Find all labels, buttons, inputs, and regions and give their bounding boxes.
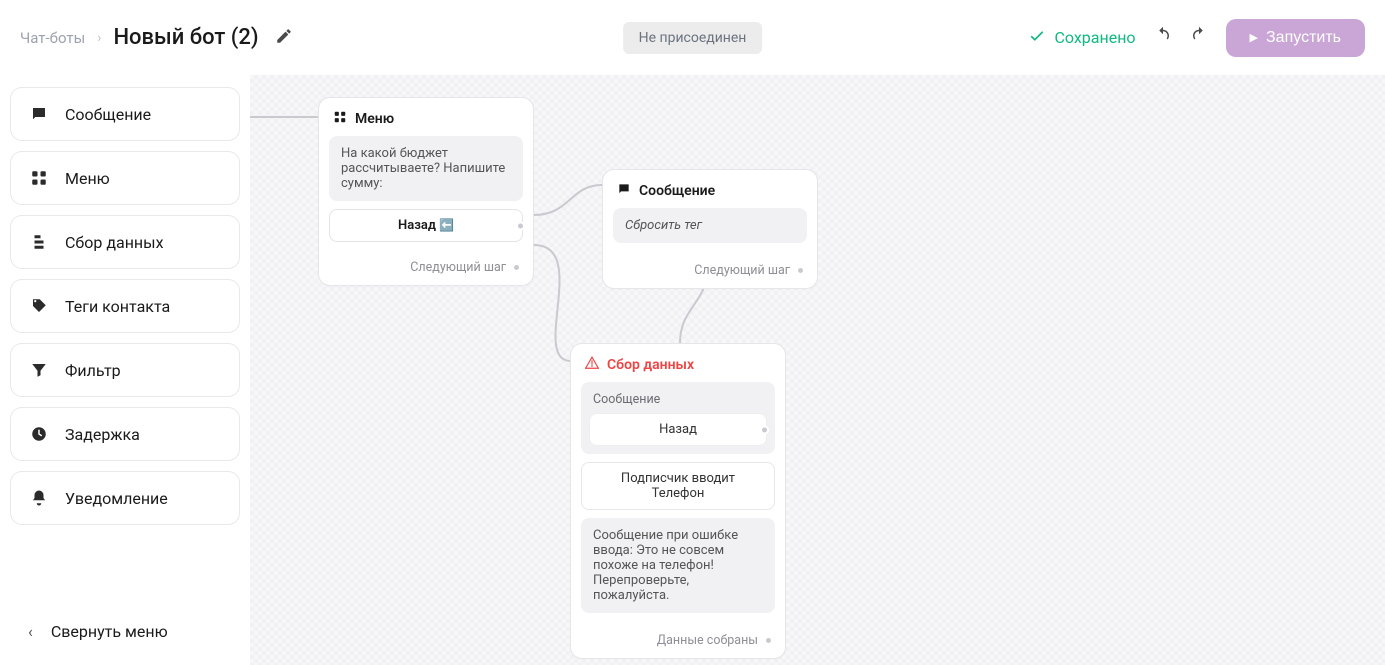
saved-label: Сохранено [1054,28,1135,47]
node-message-text: Сбросить тег [613,208,807,243]
next-step-label: Следующий шаг [410,260,506,275]
collapse-menu-label: Свернуть меню [51,622,168,641]
bell-icon [29,488,49,508]
edit-icon[interactable] [275,27,293,49]
sidebar-item-collect-data[interactable]: Сбор данных [10,215,240,269]
node-header: Сбор данных [571,344,785,382]
sidebar: Сообщение Меню Сбор данных Теги контакта… [0,75,250,665]
chevron-left-icon: ‹ [28,622,33,641]
chevron-right-icon: › [97,30,101,46]
sidebar-item-label: Теги контакта [65,297,170,316]
output-port[interactable] [764,636,773,645]
node-message-section: Сообщение Назад [581,382,775,454]
sidebar-item-label: Задержка [65,425,140,444]
collapse-menu-button[interactable]: ‹ Свернуть меню [10,608,240,655]
flow-node-message[interactable]: Сообщение Сбросить тег Следующий шаг [602,169,818,289]
page-title: Новый бот (2) [113,25,258,50]
node-title: Меню [355,111,394,127]
output-port[interactable] [760,425,769,434]
undo-button[interactable] [1154,26,1172,49]
output-port[interactable] [512,263,521,272]
node-message-text: На какой бюджет рассчитываете? Напишите … [329,136,523,201]
breadcrumb: Чат-боты › Новый бот (2) [20,25,259,50]
data-collected-label: Данные собраны [657,633,758,648]
sidebar-item-label: Сообщение [65,105,151,124]
sidebar-item-filter[interactable]: Фильтр [10,343,240,397]
node-footer: Следующий шаг [319,256,533,285]
connection-status-badge: Не присоединен [623,22,763,54]
error-message-text: Сообщение при ошибке ввода: Это не совсе… [581,518,775,613]
node-header: Меню [319,98,533,136]
sidebar-item-label: Уведомление [65,489,168,508]
play-icon: ▶ [1250,31,1258,44]
filter-icon [29,360,49,380]
run-label: Запустить [1266,29,1341,47]
message-icon [29,104,49,124]
sidebar-item-message[interactable]: Сообщение [10,87,240,141]
redo-button[interactable] [1190,26,1208,49]
check-icon [1028,27,1046,49]
menu-grid-icon [333,110,347,128]
breadcrumb-root-link[interactable]: Чат-боты [20,29,85,47]
section-label: Сообщение [589,390,767,413]
node-back-button[interactable]: Назад ⬅️ [329,209,523,242]
flow-canvas[interactable]: Меню На какой бюджет рассчитываете? Напи… [250,75,1385,665]
node-footer: Данные собраны [571,629,785,658]
next-step-label: Следующий шаг [694,263,790,278]
clock-icon [29,424,49,444]
node-title: Сообщение [639,183,715,199]
sidebar-item-menu[interactable]: Меню [10,151,240,205]
node-title: Сбор данных [607,357,694,373]
output-port[interactable] [516,221,525,230]
subscriber-input-label: Подписчик вводит Телефон [581,462,775,510]
node-back-button[interactable]: Назад [589,413,767,446]
sidebar-item-contact-tags[interactable]: Теги контакта [10,279,240,333]
node-footer: Следующий шаг [603,259,817,288]
flow-node-collect-data[interactable]: Сбор данных Сообщение Назад Подписчик вв… [570,343,786,659]
sidebar-item-delay[interactable]: Задержка [10,407,240,461]
tag-icon [29,296,49,316]
run-button[interactable]: ▶ Запустить [1226,19,1365,57]
node-header: Сообщение [603,170,817,208]
arrow-left-emoji-icon: ⬅️ [436,218,454,232]
sidebar-item-label: Сбор данных [65,233,164,252]
form-icon [29,232,49,252]
flow-node-menu[interactable]: Меню На какой бюджет рассчитываете? Напи… [318,97,534,286]
sidebar-item-notification[interactable]: Уведомление [10,471,240,525]
saved-indicator: Сохранено [1028,27,1135,49]
sidebar-item-label: Фильтр [65,361,121,380]
output-port[interactable] [796,266,805,275]
message-icon [617,182,631,200]
warning-icon [585,356,599,374]
sidebar-item-label: Меню [65,169,110,188]
menu-grid-icon [29,168,49,188]
